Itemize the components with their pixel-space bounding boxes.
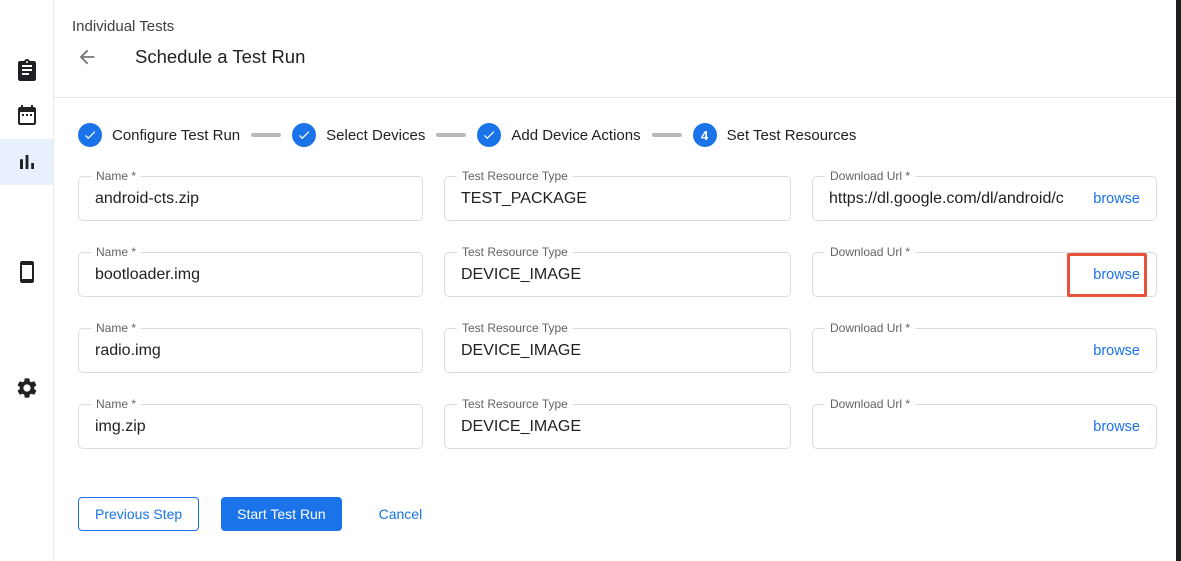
stepper-step[interactable]: 2 Select Devices (292, 123, 425, 147)
form-actions: Previous Step Start Test Run Cancel (78, 497, 422, 531)
stepper-step[interactable]: 1 Configure Test Run (78, 123, 240, 147)
check-icon (482, 128, 496, 142)
resource-name-value: android-cts.zip (95, 177, 410, 220)
resource-type-value: TEST_PACKAGE (461, 177, 778, 220)
step-connector (652, 133, 682, 137)
check-icon (297, 128, 311, 142)
browse-link[interactable]: browse (1093, 253, 1140, 296)
download-url-value: https://dl.google.com/dl/android/c (829, 177, 1084, 220)
resource-name-value: radio.img (95, 329, 410, 372)
sidebar-item-devices[interactable] (0, 249, 53, 295)
page-title: Schedule a Test Run (135, 46, 305, 68)
step-connector (251, 133, 281, 137)
back-button[interactable] (76, 45, 102, 69)
sidebar-item-settings[interactable] (0, 365, 53, 411)
download-url-field[interactable]: Download Url * browse (812, 404, 1157, 449)
sidebar (0, 0, 54, 561)
settings-icon (15, 376, 39, 400)
resource-name-field[interactable]: Name * img.zip (78, 404, 423, 449)
browse-link[interactable]: browse (1093, 177, 1140, 220)
download-url-value (829, 405, 1084, 448)
sidebar-item-test-results[interactable] (0, 139, 53, 185)
resource-type-value: DEVICE_IMAGE (461, 329, 778, 372)
browse-link[interactable]: browse (1093, 405, 1140, 448)
download-url-field[interactable]: Download Url * https://dl.google.com/dl/… (812, 176, 1157, 221)
breadcrumb: Individual Tests (72, 18, 174, 35)
step-state-icon: 1 (78, 123, 102, 147)
resource-type-value: DEVICE_IMAGE (461, 405, 778, 448)
bar-chart-icon (15, 150, 39, 174)
sidebar-item-tests[interactable] (0, 47, 53, 93)
assignment-icon (15, 58, 39, 82)
step-number: 4 (701, 128, 708, 143)
download-url-field[interactable]: Download Url * browse (812, 328, 1157, 373)
step-state-icon: 4 (693, 123, 717, 147)
step-state-icon: 3 (477, 123, 501, 147)
main-content: Individual Tests Schedule a Test Run 1 C… (54, 0, 1176, 561)
resource-name-field[interactable]: Name * radio.img (78, 328, 423, 373)
download-url-field[interactable]: Download Url * browse (812, 252, 1157, 297)
resource-type-field[interactable]: Test Resource Type TEST_PACKAGE (444, 176, 791, 221)
start-test-run-button[interactable]: Start Test Run (221, 497, 341, 531)
previous-step-button[interactable]: Previous Step (78, 497, 199, 531)
stepper: 1 Configure Test Run 2 Select Devices 3 … (78, 123, 856, 147)
check-icon (83, 128, 97, 142)
step-label: Set Test Resources (727, 127, 857, 144)
test-resources-form: Name * android-cts.zip Test Resource Typ… (78, 176, 1157, 449)
stepper-step[interactable]: 4 Set Test Resources (693, 123, 857, 147)
window-right-edge (1176, 0, 1181, 561)
resource-type-value: DEVICE_IMAGE (461, 253, 778, 296)
step-label: Add Device Actions (511, 127, 640, 144)
sidebar-item-plans[interactable] (0, 92, 53, 138)
arrow-back-icon (76, 46, 98, 68)
resource-name-value: img.zip (95, 405, 410, 448)
calendar-icon (15, 103, 39, 127)
resource-name-field[interactable]: Name * bootloader.img (78, 252, 423, 297)
header-divider (54, 97, 1176, 98)
step-connector (436, 133, 466, 137)
download-url-value (829, 253, 1084, 296)
resource-type-field[interactable]: Test Resource Type DEVICE_IMAGE (444, 328, 791, 373)
step-label: Select Devices (326, 127, 425, 144)
resource-type-field[interactable]: Test Resource Type DEVICE_IMAGE (444, 252, 791, 297)
resource-name-value: bootloader.img (95, 253, 410, 296)
cancel-button[interactable]: Cancel (379, 506, 423, 522)
step-label: Configure Test Run (112, 127, 240, 144)
step-state-icon: 2 (292, 123, 316, 147)
download-url-value (829, 329, 1084, 372)
resource-type-field[interactable]: Test Resource Type DEVICE_IMAGE (444, 404, 791, 449)
smartphone-icon (15, 260, 39, 284)
resource-name-field[interactable]: Name * android-cts.zip (78, 176, 423, 221)
stepper-step[interactable]: 3 Add Device Actions (477, 123, 640, 147)
browse-link[interactable]: browse (1093, 329, 1140, 372)
